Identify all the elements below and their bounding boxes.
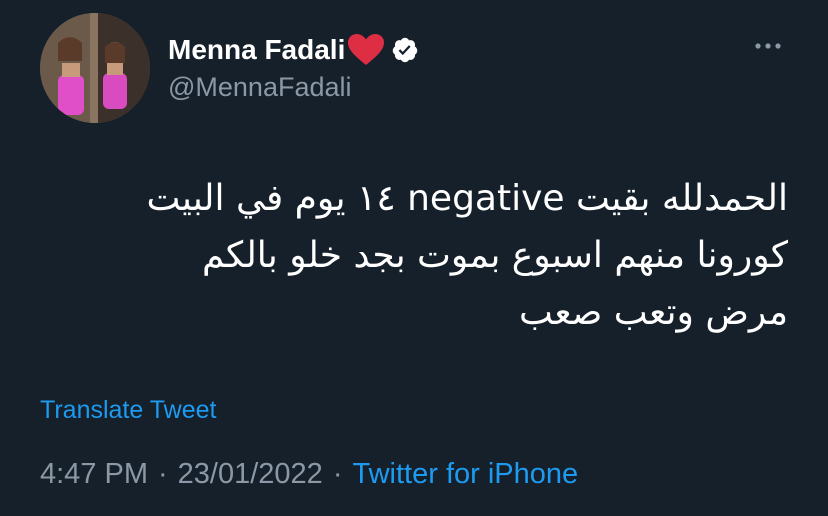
- tweet-time[interactable]: 4:47 PM: [40, 458, 148, 491]
- tweet-date[interactable]: 23/01/2022: [178, 458, 323, 491]
- tweet-text-line: كورونا منهم اسبوع بموت بجد خلو بالكم: [201, 235, 788, 276]
- tweet-text: الحمدلله بقيت negative ١٤ يوم في البيت ك…: [40, 170, 788, 341]
- avatar[interactable]: [40, 13, 150, 123]
- author-display-name[interactable]: Menna Fadali: [168, 34, 345, 66]
- verified-badge-icon: [391, 36, 419, 64]
- more-horizontal-icon: [754, 37, 782, 55]
- avatar-photo: [40, 13, 150, 123]
- tweet-text-line: الحمدلله بقيت negative ١٤ يوم في البيت: [146, 178, 788, 219]
- translate-tweet-link[interactable]: Translate Tweet: [40, 396, 216, 425]
- more-options-button[interactable]: [748, 34, 788, 58]
- author-name-row[interactable]: Menna Fadali: [168, 30, 419, 70]
- meta-separator: ·: [158, 458, 168, 490]
- tweet-source-link[interactable]: Twitter for iPhone: [353, 458, 579, 491]
- tweet-text-line: مرض وتعب صعب: [519, 292, 788, 333]
- meta-separator: ·: [332, 458, 343, 490]
- heart-icon: [347, 33, 385, 67]
- tweet-meta: 4:47 PM · 23/01/2022 · Twitter for iPhon…: [40, 458, 578, 491]
- author-handle[interactable]: @MennaFadali: [168, 72, 352, 103]
